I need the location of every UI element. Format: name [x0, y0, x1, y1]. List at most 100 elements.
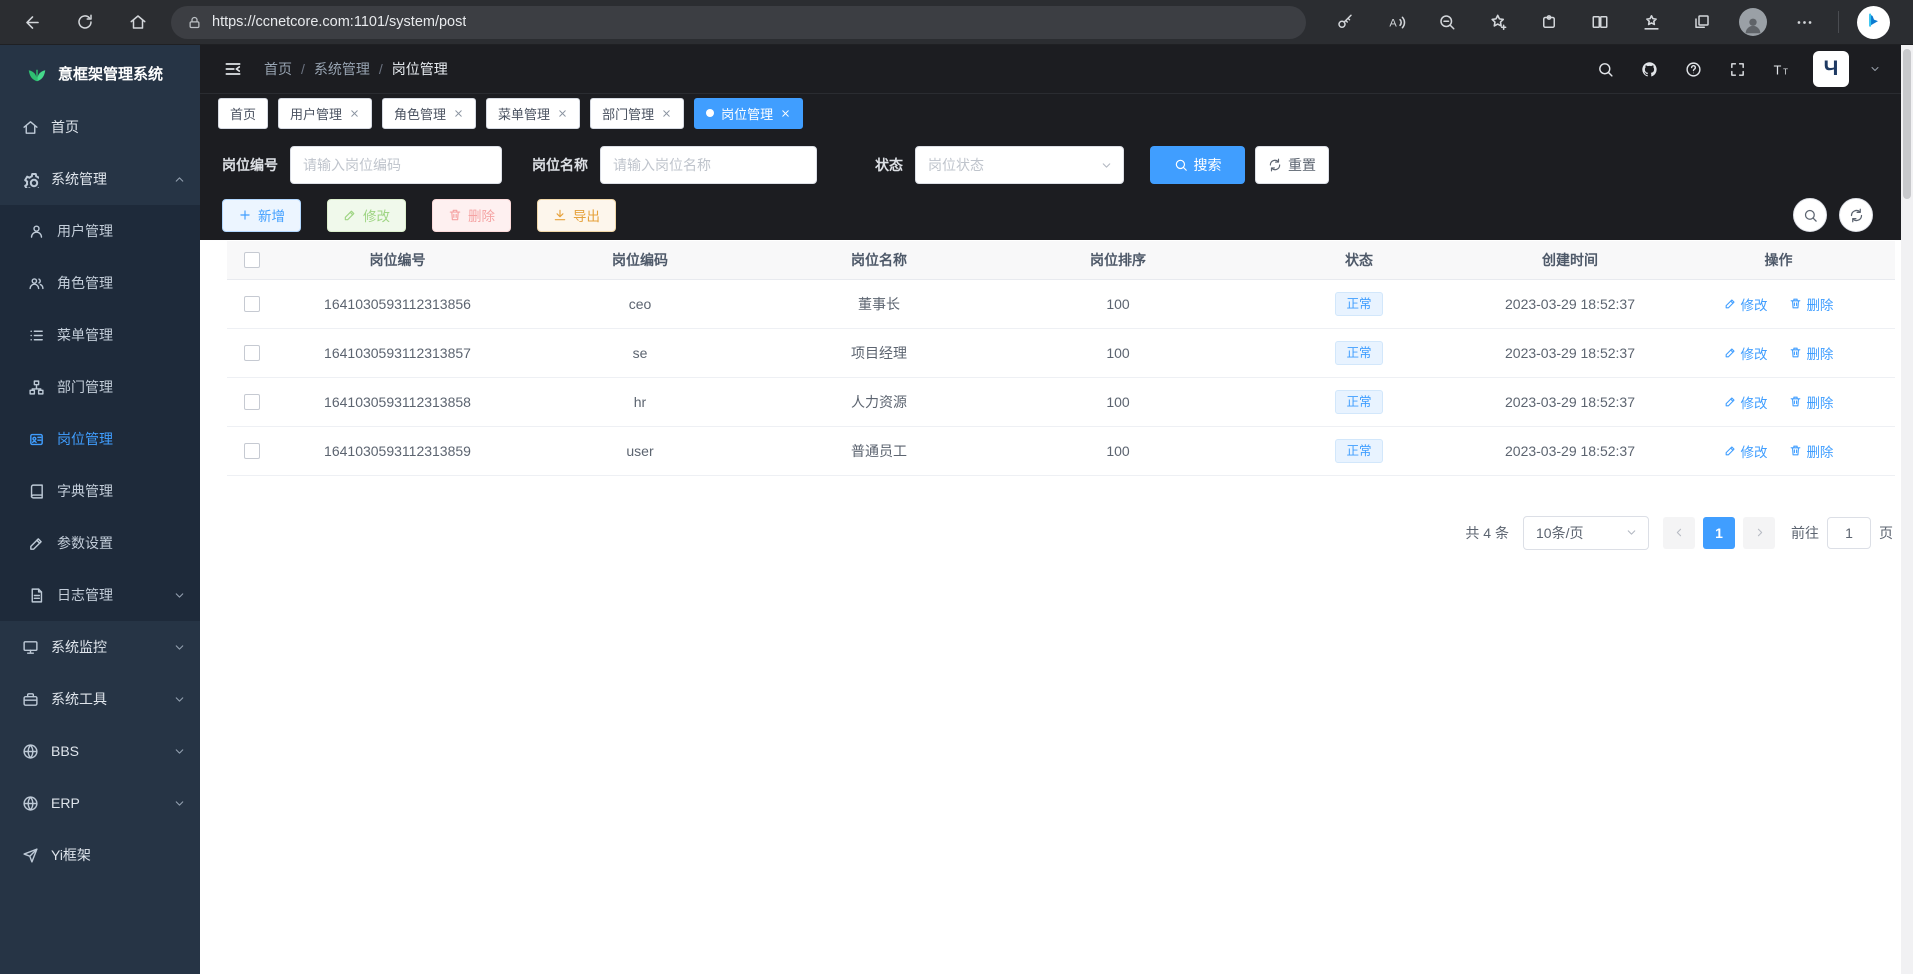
collections-icon[interactable]	[1685, 5, 1719, 39]
edit-icon	[1724, 297, 1737, 310]
row-checkbox[interactable]	[244, 394, 260, 410]
lock-icon	[187, 15, 202, 30]
zoom-out-icon[interactable]	[1430, 5, 1464, 39]
breadcrumb-system-management[interactable]: 系统管理	[314, 59, 370, 79]
browser-profile-avatar[interactable]	[1736, 5, 1770, 39]
refresh-table-button[interactable]	[1839, 198, 1873, 232]
delete-button[interactable]: 删除	[432, 199, 511, 232]
sidebar-toggle-icon[interactable]	[218, 54, 248, 84]
address-bar[interactable]: https://ccnetcore.com:1101/system/post	[171, 6, 1306, 39]
sidebar-item-erp[interactable]: ERP	[0, 777, 200, 829]
sidebar-item-bbs[interactable]: BBS	[0, 725, 200, 777]
tab-role-management[interactable]: 角色管理	[382, 98, 476, 129]
tab-post-management[interactable]: 岗位管理	[694, 98, 803, 129]
app-logo[interactable]: 意框架管理系统	[0, 45, 200, 101]
tab-menu-management[interactable]: 菜单管理	[486, 98, 580, 129]
query-panel: 岗位编号 岗位名称 状态 岗位状态 搜索 重置	[200, 132, 1901, 240]
gear-icon	[22, 171, 39, 188]
pagination: 共 4 条 10条/页 1 前往 页	[227, 516, 1895, 550]
export-button[interactable]: 导出	[537, 199, 616, 232]
trash-icon	[1789, 444, 1802, 457]
avatar-caret-icon[interactable]	[1869, 63, 1881, 75]
add-favorite-icon[interactable]	[1481, 5, 1515, 39]
sidebar-item-home[interactable]: 首页	[0, 101, 200, 153]
browser-home-button[interactable]	[118, 4, 158, 40]
breadcrumb-home[interactable]: 首页	[264, 59, 292, 79]
breadcrumb-current: 岗位管理	[392, 59, 448, 79]
row-delete-link[interactable]: 删除	[1789, 294, 1833, 314]
sidebar-item-user-management[interactable]: 用户管理	[0, 205, 200, 257]
sidebar-item-department-management[interactable]: 部门管理	[0, 361, 200, 413]
toggle-search-button[interactable]	[1793, 198, 1827, 232]
scrollbar-thumb[interactable]	[1903, 49, 1911, 199]
close-icon[interactable]	[349, 108, 360, 119]
sidebar-item-parameter-settings[interactable]: 参数设置	[0, 517, 200, 569]
close-icon[interactable]	[557, 108, 568, 119]
chevron-down-icon	[173, 693, 186, 706]
password-key-icon[interactable]	[1328, 5, 1362, 39]
reset-button[interactable]: 重置	[1255, 146, 1329, 184]
add-button[interactable]: 新增	[222, 199, 301, 232]
sidebar-item-yi-framework[interactable]: Yi框架	[0, 829, 200, 881]
post-table: 岗位编号 岗位编码 岗位名称 岗位排序 状态 创建时间 操作 164103059…	[227, 241, 1895, 476]
row-checkbox[interactable]	[244, 296, 260, 312]
fullscreen-icon[interactable]	[1725, 57, 1749, 81]
help-icon[interactable]	[1681, 57, 1705, 81]
sidebar-item-system-monitoring[interactable]: 系统监控	[0, 621, 200, 673]
close-icon[interactable]	[780, 108, 791, 119]
sidebar-item-menu-management[interactable]: 菜单管理	[0, 309, 200, 361]
user-avatar[interactable]: Ч	[1813, 51, 1849, 87]
tab-department-management[interactable]: 部门管理	[590, 98, 684, 129]
close-icon[interactable]	[661, 108, 672, 119]
row-edit-link[interactable]: 修改	[1724, 343, 1768, 363]
bing-copilot-icon[interactable]	[1856, 5, 1890, 39]
post-name-input[interactable]	[600, 146, 817, 184]
sidebar-item-dictionary-management[interactable]: 字典管理	[0, 465, 200, 517]
sidebar-item-system-tools[interactable]: 系统工具	[0, 673, 200, 725]
row-checkbox[interactable]	[244, 443, 260, 459]
tab-user-management[interactable]: 用户管理	[278, 98, 372, 129]
goto-page-input[interactable]	[1827, 517, 1871, 549]
post-id-input[interactable]	[290, 146, 502, 184]
split-screen-icon[interactable]	[1583, 5, 1617, 39]
pagination-total: 共 4 条	[1465, 523, 1509, 543]
row-delete-link[interactable]: 删除	[1789, 392, 1833, 412]
row-edit-link[interactable]: 修改	[1724, 441, 1768, 461]
header-search-icon[interactable]	[1593, 57, 1617, 81]
chevron-down-icon	[173, 797, 186, 810]
sidebar-item-system-management[interactable]: 系统管理	[0, 153, 200, 205]
row-edit-link[interactable]: 修改	[1724, 294, 1768, 314]
close-icon[interactable]	[453, 108, 464, 119]
github-icon[interactable]	[1637, 57, 1661, 81]
font-size-icon[interactable]	[1769, 57, 1793, 81]
chevron-down-icon	[173, 589, 186, 602]
chevron-down-icon	[173, 745, 186, 758]
chevron-left-icon	[1673, 526, 1686, 539]
select-all-checkbox[interactable]	[244, 252, 260, 268]
row-delete-link[interactable]: 删除	[1789, 343, 1833, 363]
sidebar-item-role-management[interactable]: 角色管理	[0, 257, 200, 309]
browser-back-button[interactable]	[12, 4, 52, 40]
system-management-submenu: 用户管理 角色管理 菜单管理 部门管理 岗位管理 字典管理	[0, 205, 200, 621]
col-post-sort: 岗位排序	[996, 241, 1240, 279]
sidebar-item-log-management[interactable]: 日志管理	[0, 569, 200, 621]
browser-reload-button[interactable]	[65, 4, 105, 40]
refresh-icon	[1849, 208, 1864, 223]
row-checkbox[interactable]	[244, 345, 260, 361]
status-select[interactable]: 岗位状态	[915, 146, 1124, 184]
favorites-bar-icon[interactable]	[1634, 5, 1668, 39]
prev-page-button[interactable]	[1663, 517, 1695, 549]
row-delete-link[interactable]: 删除	[1789, 441, 1833, 461]
row-edit-link[interactable]: 修改	[1724, 392, 1768, 412]
tab-home[interactable]: 首页	[218, 98, 268, 129]
page-scrollbar[interactable]	[1901, 45, 1913, 974]
read-aloud-icon[interactable]	[1379, 5, 1413, 39]
search-button[interactable]: 搜索	[1150, 146, 1245, 184]
current-page-button[interactable]: 1	[1703, 517, 1735, 549]
next-page-button[interactable]	[1743, 517, 1775, 549]
page-size-select[interactable]: 10条/页	[1523, 516, 1649, 550]
sidebar-item-post-management[interactable]: 岗位管理	[0, 413, 200, 465]
edit-button[interactable]: 修改	[327, 199, 406, 232]
browser-menu-icon[interactable]	[1787, 5, 1821, 39]
extensions-icon[interactable]	[1532, 5, 1566, 39]
